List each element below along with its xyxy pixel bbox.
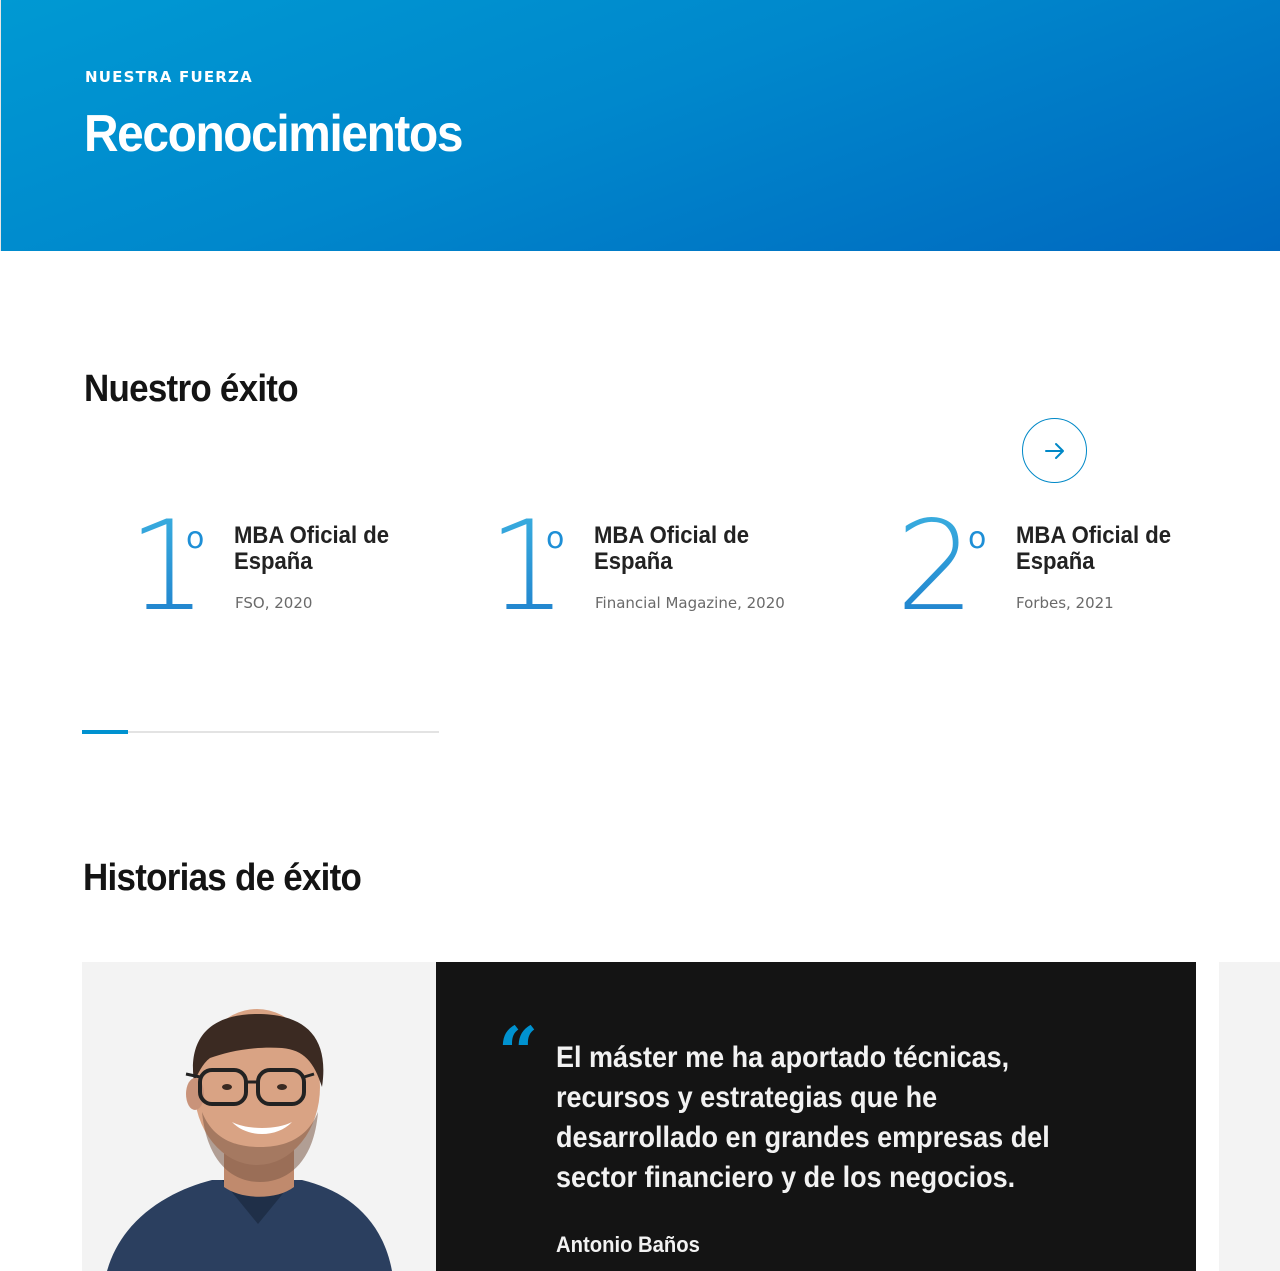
award-title: MBA Oficial de España — [594, 522, 749, 575]
carousel-next-button[interactable] — [1022, 418, 1087, 483]
page-title: Reconocimientos — [84, 105, 463, 163]
award-rank: 2 — [896, 495, 975, 639]
testimonial-quote: El máster me ha aportado técnicas, recur… — [556, 1041, 1050, 1194]
arrow-right-icon — [1044, 442, 1064, 459]
award-source: FSO, 2020 — [235, 594, 313, 612]
next-testimonial-peek[interactable] — [1219, 962, 1280, 1271]
hero-banner: NUESTRA FUERZA Reconocimientos — [0, 0, 1280, 251]
award-card: 2 o MBA Oficial de España Forbes, 2021 — [896, 505, 1196, 645]
carousel-progress-fill — [82, 730, 129, 734]
quote-icon: “ — [498, 1011, 539, 1094]
award-title: MBA Oficial de España — [234, 522, 389, 575]
carousel-progress[interactable] — [82, 730, 439, 734]
award-title: MBA Oficial de España — [1016, 522, 1171, 575]
award-card: 1 o MBA Oficial de España Financial Maga… — [488, 505, 828, 645]
award-ordinal: o — [546, 521, 565, 556]
success-title: Nuestro éxito — [84, 368, 299, 410]
person-portrait — [107, 1009, 392, 1271]
testimonial-author: Antonio Baños — [556, 1232, 700, 1257]
hero-eyebrow: NUESTRA FUERZA — [85, 68, 253, 86]
testimonial-quote-panel: “ El máster me ha aportado técnicas, rec… — [436, 962, 1196, 1271]
stories-title: Historias de éxito — [83, 857, 362, 899]
award-ordinal: o — [186, 521, 205, 556]
award-ordinal: o — [968, 521, 987, 556]
award-source: Forbes, 2021 — [1016, 594, 1114, 612]
testimonial-photo — [82, 962, 436, 1271]
award-source: Financial Magazine, 2020 — [595, 594, 785, 612]
award-card: 1 o MBA Oficial de España FSO, 2020 — [128, 505, 448, 645]
